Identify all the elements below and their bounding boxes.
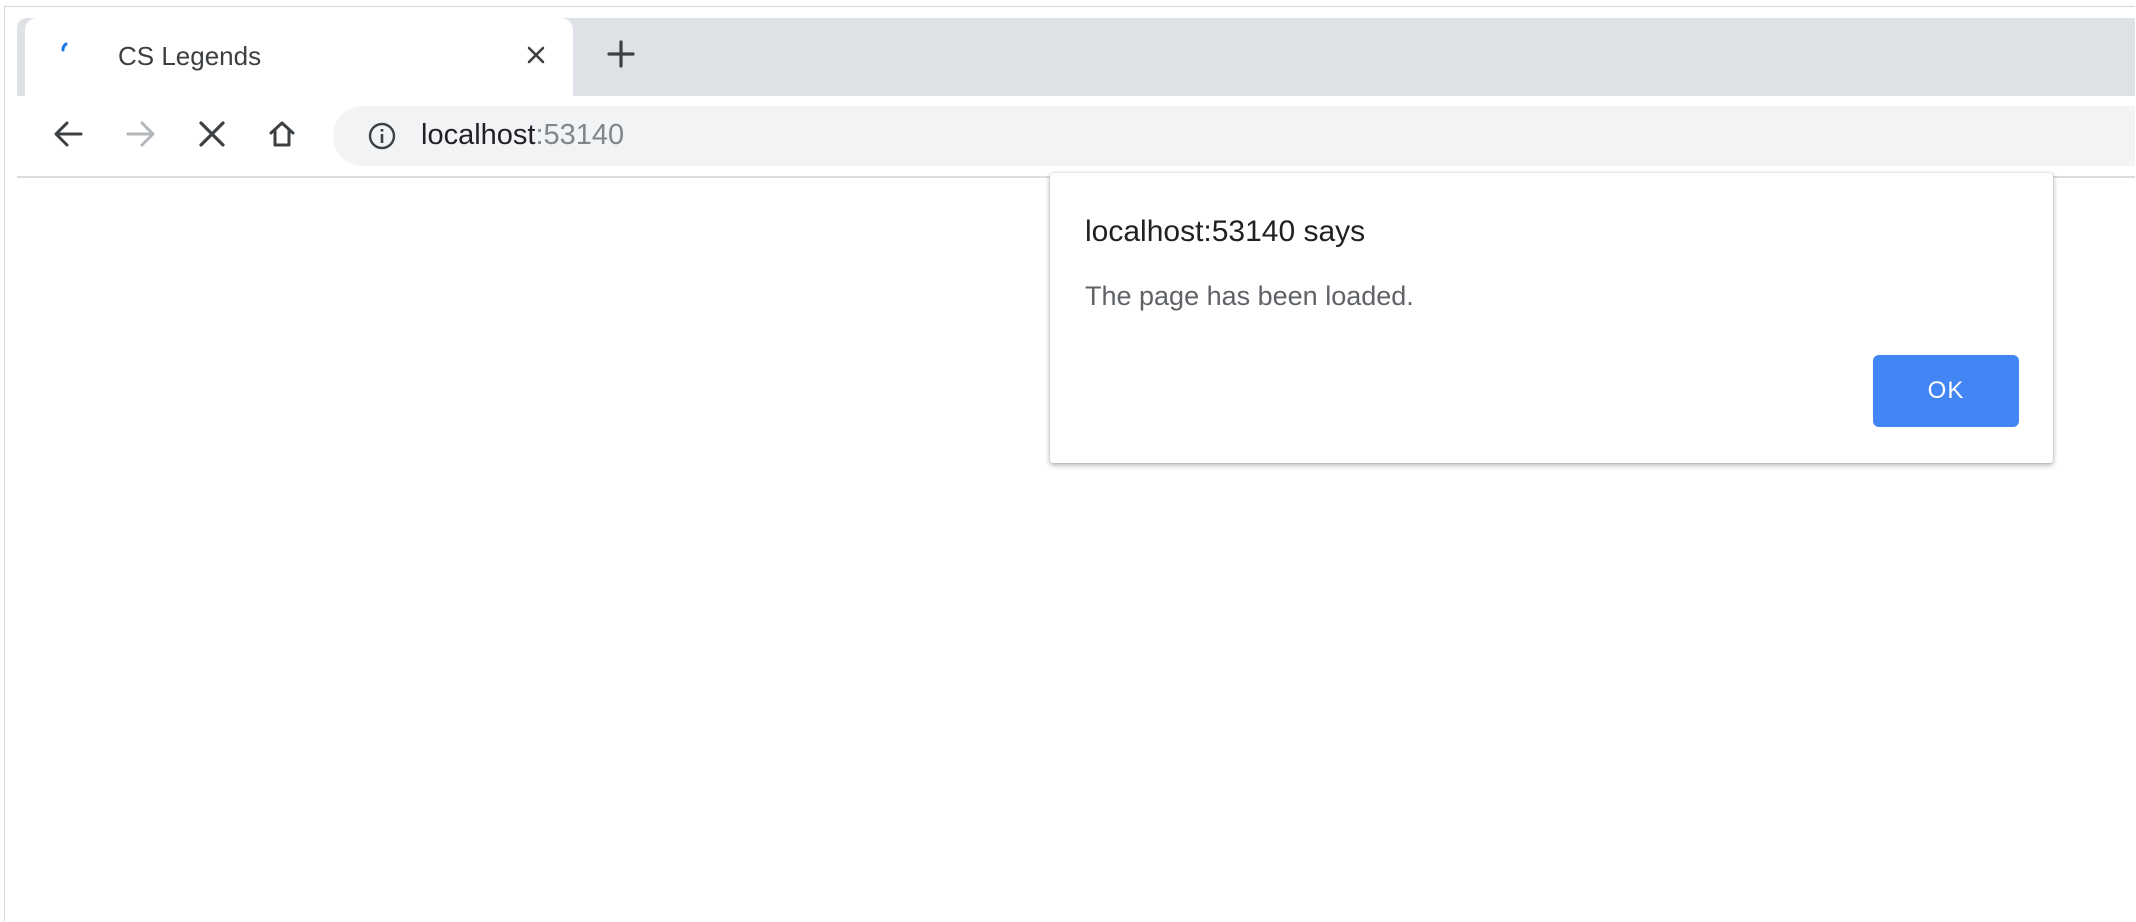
tab-cs-legends[interactable]: CS Legends (25, 18, 573, 96)
close-icon[interactable] (521, 40, 551, 70)
dialog-title: localhost:53140 says (1085, 215, 1366, 248)
dialog-message: The page has been loaded. (1085, 281, 1414, 311)
loading-spinner-icon (55, 40, 77, 62)
plus-icon (606, 39, 636, 74)
browser-window: CS Legends localhost:53140 localhost:531… (4, 6, 2135, 921)
new-tab-button[interactable] (603, 38, 639, 74)
back-arrow-icon (52, 117, 86, 156)
url-text[interactable]: localhost:53140 (421, 119, 624, 152)
tab-title: CS Legends (118, 41, 262, 71)
forward-arrow-icon (123, 117, 157, 156)
alert-dialog: localhost:53140 says The page has been l… (1050, 173, 2053, 463)
home-icon (266, 118, 298, 155)
stop-loading-icon (196, 118, 228, 155)
browser-toolbar: localhost:53140 (17, 96, 2135, 178)
address-bar[interactable]: localhost:53140 (333, 106, 2135, 166)
forward-button[interactable] (120, 116, 160, 156)
ok-button[interactable]: OK (1873, 355, 2019, 427)
info-icon[interactable] (367, 121, 397, 151)
home-button[interactable] (262, 116, 302, 156)
stop-button[interactable] (192, 116, 232, 156)
back-button[interactable] (49, 116, 89, 156)
url-host: localhost (421, 119, 536, 151)
url-port: :53140 (535, 119, 625, 151)
